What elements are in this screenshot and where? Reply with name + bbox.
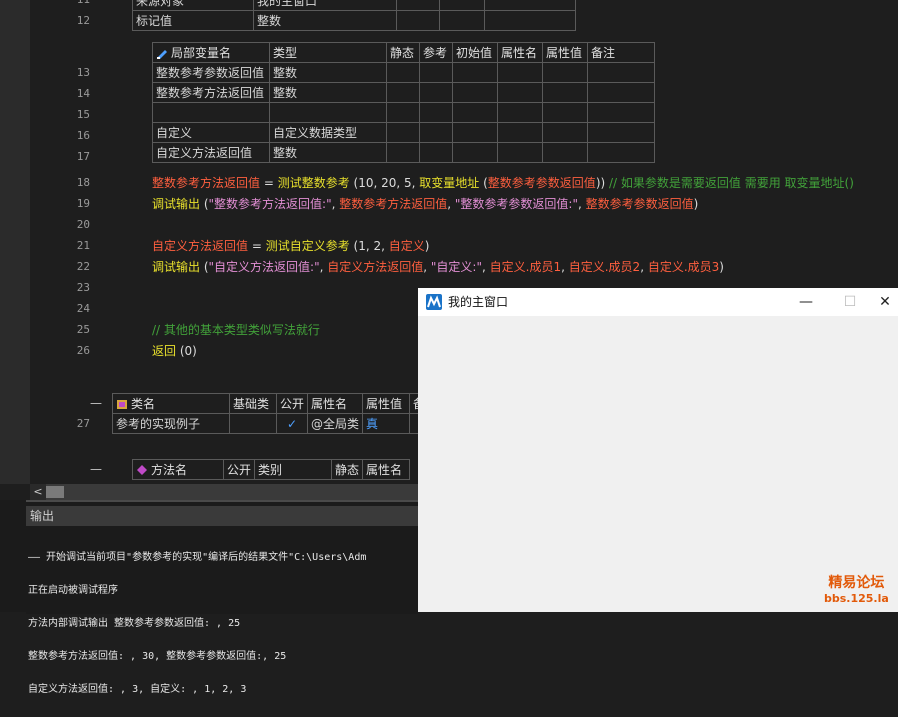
code-line-22[interactable]: 调试输出 ("自定义方法返回值:", 自定义方法返回值, "自定义:", 自定义… (152, 257, 724, 277)
table-row (152, 102, 655, 123)
code-line-19[interactable]: 调试输出 ("整数参考方法返回值:", 整数参考方法返回值, "整数参考参数返回… (152, 194, 698, 214)
code-line-18[interactable]: 整数参考方法返回值 = 测试整数参考 (10, 20, 5, 取变量地址 (整数… (152, 173, 854, 193)
property-name[interactable]: 标记值 (132, 10, 254, 31)
class-header-name: 类名 (112, 393, 230, 414)
line-number: 15 (76, 108, 90, 121)
line-number: 18 (76, 176, 90, 189)
method-header-category: 类别 (254, 459, 333, 480)
output-line: 正在启动被调试程序 (28, 585, 118, 596)
locals-header-type: 类型 (269, 42, 387, 63)
local-var-name[interactable]: 自定义方法返回值 (152, 142, 270, 163)
method-header-public: 公开 (222, 459, 256, 480)
table-row: 整数参考参数返回值 整数 (152, 62, 655, 83)
table-row: 整数参考方法返回值 整数 (152, 82, 655, 103)
collapse-dash[interactable]: — (90, 396, 102, 410)
local-variables-table: 局部变量名 类型 静态 参考 初始值 属性名 属性值 备注 整数参考参数返回值 … (152, 42, 655, 163)
local-var-name[interactable]: 整数参考方法返回值 (152, 82, 270, 103)
line-number: 11 (50, 0, 90, 6)
public-checkbox[interactable]: ✓ (275, 413, 309, 434)
scroll-thumb[interactable] (46, 486, 64, 498)
local-var-type[interactable]: 自定义数据类型 (269, 122, 387, 143)
collapse-dash[interactable]: — (90, 462, 102, 476)
local-var-type[interactable]: 整数 (269, 82, 387, 103)
class-table: 类名 基础类 公开 属性名 属性值 备 参考的实现例子 ✓ @全局类 真 (112, 393, 432, 434)
class-icon (116, 398, 128, 410)
line-number: 17 (76, 150, 90, 163)
line-number: 24 (76, 302, 90, 315)
app-logo-icon (426, 294, 442, 310)
maximize-button[interactable]: ☐ (828, 288, 872, 316)
horizontal-scrollbar[interactable]: < (30, 484, 418, 500)
minimize-button[interactable]: — (784, 288, 828, 316)
local-var-name[interactable] (152, 102, 270, 123)
output-line: 整数参考方法返回值: , 30, 整数参考参数返回值:, 25 (28, 651, 287, 662)
main-window[interactable]: 我的主窗口 — ☐ ✕ (418, 288, 898, 612)
line-number: 22 (76, 260, 90, 273)
line-number: 19 (76, 197, 90, 210)
left-strip (0, 500, 26, 612)
code-line-26[interactable]: 返回 (0) (152, 341, 197, 361)
locals-header-name: 局部变量名 (152, 42, 270, 63)
local-var-type[interactable]: 整数 (269, 142, 387, 163)
line-number: 26 (76, 344, 90, 357)
code-line-25[interactable]: // 其他的基本类型类似写法就行 (152, 320, 320, 340)
line-number: 25 (76, 323, 90, 336)
table-row: 自定义 自定义数据类型 (152, 122, 655, 143)
method-header-attr-name: 属性名 (362, 459, 411, 480)
watermark-title: 精易论坛 (828, 575, 885, 591)
line-number: 16 (76, 129, 90, 142)
property-name[interactable]: 来源对象 (132, 0, 254, 11)
line-number: 21 (76, 239, 90, 252)
local-var-name[interactable]: 自定义 (152, 122, 270, 143)
window-titlebar[interactable]: 我的主窗口 — ☐ ✕ (418, 288, 898, 316)
output-text[interactable]: —— 开始调试当前项目"参数参考的实现"编译后的结果文件"C:\Users\Ad… (28, 530, 418, 717)
method-header-name: 方法名 (132, 459, 224, 480)
window-title: 我的主窗口 (448, 295, 509, 309)
output-title[interactable]: 输出 (26, 506, 422, 526)
property-value[interactable]: 我的主窗口 (253, 0, 397, 11)
property-table: 来源对象 我的主窗口 标记值 整数 (132, 0, 576, 31)
line-number: 13 (76, 66, 90, 79)
class-name[interactable]: 参考的实现例子 (112, 413, 230, 434)
line-number: 12 (76, 14, 90, 27)
table-row: 参考的实现例子 ✓ @全局类 真 (112, 413, 432, 434)
locals-header-static: 静态 (386, 42, 420, 63)
code-line-21[interactable]: 自定义方法返回值 = 测试自定义参考 (1, 2, 自定义) (152, 236, 429, 256)
output-line: —— 开始调试当前项目"参数参考的实现"编译后的结果文件"C:\Users\Ad… (28, 552, 367, 563)
variable-icon (156, 47, 168, 59)
class-base[interactable] (229, 413, 277, 434)
local-var-name[interactable]: 整数参考参数返回值 (152, 62, 270, 83)
line-number: 20 (76, 218, 90, 231)
property-value[interactable]: 整数 (253, 10, 397, 31)
output-line: 自定义方法返回值: , 3, 自定义: , 1, 2, 3 (28, 684, 247, 695)
method-table: 方法名 公开 类别 静态 属性名 (132, 459, 411, 480)
locals-header-attr-value: 属性值 (542, 42, 588, 63)
line-number: 14 (76, 87, 90, 100)
class-header-base: 基础类 (229, 393, 277, 414)
class-header-attr-name: 属性名 (307, 393, 364, 414)
output-line: 方法内部调试输出 整数参考参数返回值: , 25 (28, 618, 241, 629)
class-attr-value[interactable]: 真 (362, 413, 411, 434)
local-var-type[interactable]: 整数 (269, 62, 387, 83)
class-attr-name[interactable]: @全局类 (307, 413, 364, 434)
class-header-attr-value: 属性值 (362, 393, 411, 414)
scroll-left-arrow-icon[interactable]: < (30, 484, 46, 500)
editor-gutter (0, 0, 30, 484)
method-header-static: 静态 (331, 459, 364, 480)
local-var-type[interactable] (269, 102, 387, 123)
table-row: 自定义方法返回值 整数 (152, 142, 655, 163)
watermark: 精易论坛 bbs.125.la (824, 572, 889, 605)
method-icon (136, 464, 148, 476)
line-number: 23 (76, 281, 90, 294)
line-number: 27 (76, 417, 90, 430)
watermark-url: bbs.125.la (824, 592, 889, 605)
output-panel: 输出 —— 开始调试当前项目"参数参考的实现"编译后的结果文件"C:\Users… (26, 500, 422, 695)
close-button[interactable]: ✕ (872, 288, 898, 316)
locals-header-note: 备注 (587, 42, 655, 63)
class-header-public: 公开 (275, 393, 309, 414)
locals-header-ref: 参考 (419, 42, 453, 63)
locals-header-init: 初始值 (452, 42, 498, 63)
locals-header-attr-name: 属性名 (497, 42, 543, 63)
